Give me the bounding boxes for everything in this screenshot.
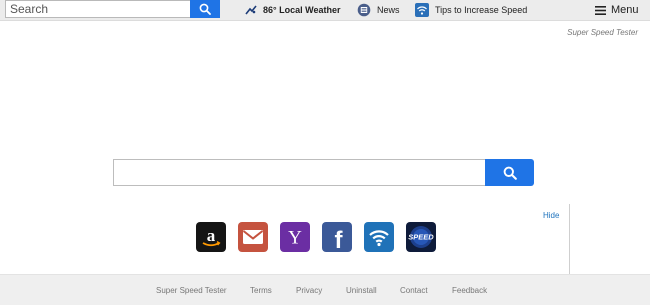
- toolbar-search-button[interactable]: [190, 0, 220, 18]
- main-search-input[interactable]: [113, 159, 486, 186]
- facebook-shortcut[interactable]: f: [322, 222, 352, 252]
- speed-icon: SPEED: [408, 226, 434, 248]
- top-toolbar: 86° Local Weather News Tips to Increase …: [0, 0, 650, 21]
- search-icon: [503, 166, 517, 180]
- search-icon: [199, 3, 211, 15]
- wifi-shortcut[interactable]: [364, 222, 394, 252]
- footer-link-terms[interactable]: Terms: [250, 286, 272, 295]
- main-search-button[interactable]: [485, 159, 534, 186]
- gmail-shortcut[interactable]: [238, 222, 268, 252]
- weather-widget[interactable]: 86° Local Weather: [245, 2, 341, 18]
- wifi-icon: [415, 3, 429, 17]
- news-label: News: [377, 5, 400, 15]
- hide-shortcuts-link[interactable]: Hide: [543, 211, 559, 220]
- footer-link-uninstall[interactable]: Uninstall: [346, 286, 377, 295]
- gmail-icon: [242, 230, 264, 244]
- yahoo-shortcut[interactable]: Y: [280, 222, 310, 252]
- shortcut-tiles: a Y f SPEED: [196, 222, 440, 252]
- svg-text:f: f: [335, 227, 344, 249]
- news-link[interactable]: News: [357, 2, 400, 18]
- divider: [569, 204, 570, 274]
- news-icon: [357, 3, 371, 17]
- menu-label: Menu: [611, 4, 639, 16]
- weather-icon: [245, 5, 257, 15]
- footer-link-contact[interactable]: Contact: [400, 286, 428, 295]
- toolbar-search-input[interactable]: [5, 0, 191, 18]
- menu-button[interactable]: Menu: [595, 2, 639, 18]
- footer-link-brand[interactable]: Super Speed Tester: [156, 286, 227, 295]
- speed-icon-text: SPEED: [408, 233, 434, 242]
- footer: Super Speed Tester Terms Privacy Uninsta…: [0, 274, 650, 305]
- speed-shortcut[interactable]: SPEED: [406, 222, 436, 252]
- wifi-icon: [369, 230, 389, 247]
- tips-link[interactable]: Tips to Increase Speed: [415, 2, 527, 18]
- footer-link-feedback[interactable]: Feedback: [452, 286, 487, 295]
- brand-label: Super Speed Tester: [567, 28, 638, 37]
- yahoo-icon: Y: [288, 228, 302, 249]
- weather-label: Local Weather: [279, 5, 341, 15]
- amazon-shortcut[interactable]: a: [196, 222, 226, 252]
- hamburger-icon: [595, 5, 606, 15]
- svg-text:a: a: [207, 226, 216, 245]
- amazon-icon: a: [202, 226, 221, 247]
- footer-link-privacy[interactable]: Privacy: [296, 286, 322, 295]
- svg-text:Y: Y: [288, 228, 302, 249]
- facebook-icon: f: [335, 227, 344, 249]
- weather-temp: 86°: [263, 5, 277, 15]
- tips-label: Tips to Increase Speed: [435, 5, 528, 15]
